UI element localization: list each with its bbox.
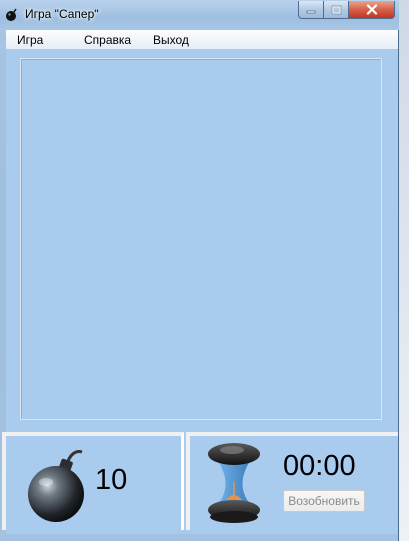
menu-bar: Игра Справка Выход — [6, 30, 398, 50]
menu-game[interactable]: Игра — [17, 33, 43, 47]
window-title: Игра "Сапер" — [25, 7, 99, 21]
app-icon — [6, 8, 17, 21]
hourglass-icon — [208, 443, 260, 523]
minimize-button[interactable] — [298, 1, 324, 19]
maximize-button[interactable] — [324, 1, 349, 19]
close-icon — [366, 4, 377, 15]
menu-exit[interactable]: Выход — [153, 33, 189, 47]
bomb-icon — [28, 450, 84, 522]
game-field[interactable] — [20, 58, 382, 420]
minimize-icon — [306, 10, 316, 13]
mine-counter: 10 — [95, 464, 128, 496]
minesweeper-window: Игра "Сапер" Игра Справка Выход 10 00:00… — [0, 0, 399, 541]
resume-button[interactable]: Возобновить — [283, 490, 365, 512]
timer-panel: 00:00 Возобновить — [186, 432, 398, 530]
mines-panel: 10 — [2, 432, 184, 530]
timer-display: 00:00 — [283, 450, 356, 482]
menu-help[interactable]: Справка — [84, 33, 131, 47]
close-button[interactable] — [349, 1, 395, 19]
maximize-icon — [331, 5, 341, 14]
client-area: 10 00:00 Возобновить — [2, 50, 398, 534]
background-window-edge — [399, 0, 409, 541]
title-bar[interactable]: Игра "Сапер" — [0, 0, 399, 30]
